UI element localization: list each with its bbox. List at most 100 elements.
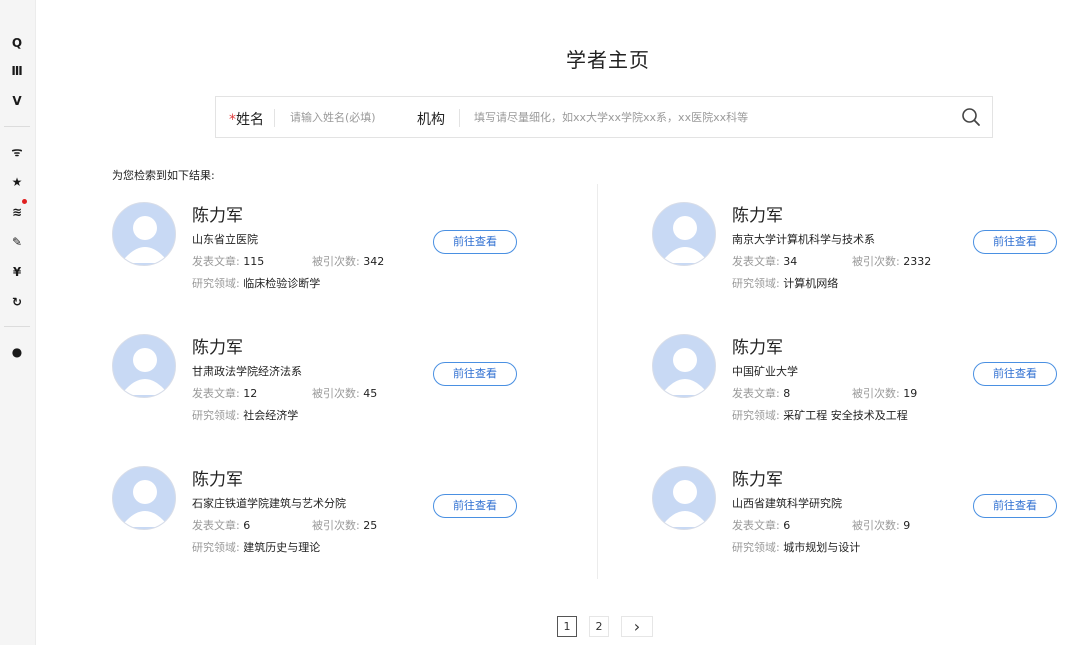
scholar-name: 陈力军 — [192, 338, 243, 358]
article-count-value: 8 — [783, 387, 791, 400]
avatar — [112, 202, 176, 266]
view-profile-button[interactable]: 前往查看 — [433, 230, 517, 254]
scholar-name: 陈力军 — [192, 470, 243, 490]
article-count-label: 发表文章: — [192, 387, 240, 400]
research-field-label: 研究领域: — [192, 409, 240, 422]
scholar-name: 陈力军 — [732, 470, 783, 490]
article-count-label: 发表文章: — [732, 387, 780, 400]
sidebar-divider — [4, 126, 30, 127]
research-field-label: 研究领域: — [732, 277, 780, 290]
yen-icon[interactable]: ¥ — [7, 263, 27, 281]
avatar — [652, 466, 716, 530]
article-count-label: 发表文章: — [192, 255, 240, 268]
search-button[interactable] — [960, 106, 982, 128]
required-mark: * — [229, 112, 236, 128]
article-count-value: 6 — [243, 519, 251, 532]
column-divider — [597, 184, 598, 579]
article-count-label: 发表文章: — [732, 519, 780, 532]
person-placeholder-icon — [121, 348, 169, 395]
user-icon[interactable]: ● — [7, 343, 27, 361]
library-icon[interactable]: Ⅲ — [7, 62, 27, 80]
research-field-value: 社会经济学 — [243, 409, 299, 422]
v-icon[interactable]: V — [7, 92, 27, 110]
page-2-button[interactable]: 2 — [589, 616, 609, 637]
scholar-card: 陈力军 南京大学计算机科学与技术系 发表文章: 34 被引次数: 2332 研究… — [652, 202, 1072, 292]
pencil-icon[interactable]: ✎ — [7, 233, 27, 251]
avatar — [112, 466, 176, 530]
article-count: 发表文章: 8 — [732, 385, 790, 401]
person-placeholder-icon — [661, 480, 709, 527]
org-input[interactable] — [474, 105, 944, 129]
scholar-card: 陈力军 甘肃政法学院经济法系 发表文章: 12 被引次数: 45 研究领域: 社… — [112, 334, 532, 424]
next-page-button[interactable]: › — [621, 616, 653, 637]
person-placeholder-icon — [121, 216, 169, 263]
research-field: 研究领域: 临床检验诊断学 — [192, 275, 320, 291]
view-profile-button[interactable]: 前往查看 — [973, 230, 1057, 254]
research-field-label: 研究领域: — [732, 409, 780, 422]
view-profile-button[interactable]: 前往查看 — [433, 362, 517, 386]
citation-count-value: 9 — [903, 519, 911, 532]
article-count-value: 12 — [243, 387, 258, 400]
research-field-value: 建筑历史与理论 — [243, 541, 321, 554]
citation-count: 被引次数: 342 — [312, 253, 384, 269]
research-field: 研究领域: 建筑历史与理论 — [192, 539, 320, 555]
scholar-card: 陈力军 中国矿业大学 发表文章: 8 被引次数: 19 研究领域: 采矿工程 安… — [652, 334, 1072, 424]
citation-count: 被引次数: 9 — [852, 517, 910, 533]
scholar-institution: 甘肃政法学院经济法系 — [192, 365, 302, 378]
person-placeholder-icon — [661, 216, 709, 263]
research-field: 研究领域: 城市规划与设计 — [732, 539, 860, 555]
citation-count-value: 25 — [363, 519, 378, 532]
person-placeholder-icon — [661, 348, 709, 395]
citation-count: 被引次数: 45 — [312, 385, 377, 401]
article-count-value: 34 — [783, 255, 798, 268]
article-count: 发表文章: 6 — [732, 517, 790, 533]
notification-dot — [22, 199, 27, 204]
view-profile-button[interactable]: 前往查看 — [973, 494, 1057, 518]
rss-icon[interactable]: ᯤ — [7, 143, 27, 161]
search-icon[interactable]: Q — [7, 34, 27, 52]
article-count: 发表文章: 12 — [192, 385, 257, 401]
scholar-card: 陈力军 山西省建筑科学研究院 发表文章: 6 被引次数: 9 研究领域: 城市规… — [652, 466, 1072, 556]
sidebar: Q Ⅲ V ᯤ ★ ≋ ✎ ¥ ↻ ● — [0, 0, 36, 645]
person-placeholder-icon — [121, 480, 169, 527]
scholar-institution: 中国矿业大学 — [732, 365, 798, 378]
scholar-institution: 山东省立医院 — [192, 233, 258, 246]
scholar-institution: 南京大学计算机科学与技术系 — [732, 233, 875, 246]
scholar-institution: 石家庄铁道学院建筑与艺术分院 — [192, 497, 346, 510]
page-1-button[interactable]: 1 — [557, 616, 577, 637]
article-count-value: 115 — [243, 255, 265, 268]
avatar — [112, 334, 176, 398]
name-label: *姓名 — [229, 112, 264, 128]
citation-count: 被引次数: 25 — [312, 517, 377, 533]
citation-count-value: 45 — [363, 387, 378, 400]
star-icon[interactable]: ★ — [7, 173, 27, 191]
article-count-label: 发表文章: — [732, 255, 780, 268]
research-field-value: 临床检验诊断学 — [243, 277, 321, 290]
page-title: 学者主页 — [566, 48, 650, 72]
citation-count-label: 被引次数: — [312, 387, 360, 400]
article-count: 发表文章: 34 — [732, 253, 797, 269]
research-field: 研究领域: 采矿工程 安全技术及工程 — [732, 407, 908, 423]
article-count: 发表文章: 115 — [192, 253, 264, 269]
scholar-institution: 山西省建筑科学研究院 — [732, 497, 842, 510]
citation-count: 被引次数: 19 — [852, 385, 917, 401]
citation-count-label: 被引次数: — [312, 519, 360, 532]
name-input[interactable] — [290, 105, 400, 129]
citation-count-value: 19 — [903, 387, 918, 400]
research-field-label: 研究领域: — [732, 541, 780, 554]
search-icon — [962, 108, 980, 126]
view-profile-button[interactable]: 前往查看 — [433, 494, 517, 518]
refresh-icon[interactable]: ↻ — [7, 293, 27, 311]
article-count-label: 发表文章: — [192, 519, 240, 532]
citation-count-value: 2332 — [903, 255, 932, 268]
view-profile-button[interactable]: 前往查看 — [973, 362, 1057, 386]
citation-count-label: 被引次数: — [312, 255, 360, 268]
scholar-name: 陈力军 — [732, 338, 783, 358]
scholar-card: 陈力军 石家庄铁道学院建筑与艺术分院 发表文章: 6 被引次数: 25 研究领域… — [112, 466, 532, 556]
layers-icon[interactable]: ≋ — [7, 203, 27, 221]
sidebar-divider — [4, 326, 30, 327]
citation-count: 被引次数: 2332 — [852, 253, 931, 269]
org-label: 机构 — [417, 112, 445, 128]
research-field-value: 采矿工程 安全技术及工程 — [783, 409, 908, 422]
research-field-label: 研究领域: — [192, 277, 240, 290]
